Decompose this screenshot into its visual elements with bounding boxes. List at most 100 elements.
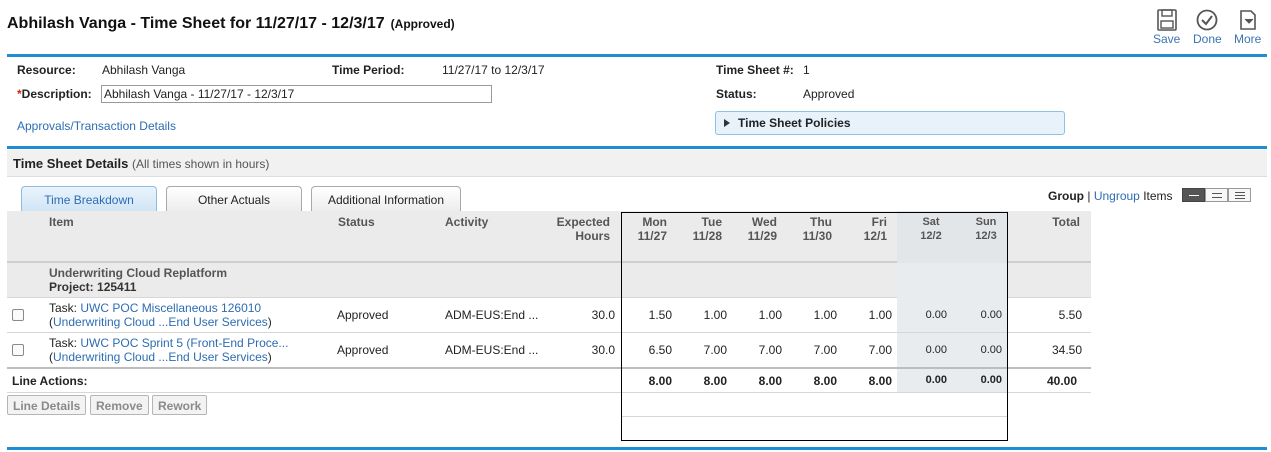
hours-cell[interactable]: 7.00 bbox=[677, 343, 727, 357]
group-project: Project: 125411 bbox=[49, 280, 136, 294]
grouping-separator: | bbox=[1087, 189, 1091, 203]
column-day: Wed 11/29 bbox=[737, 215, 777, 243]
row-total: 5.50 bbox=[1058, 308, 1082, 322]
task-link[interactable]: UWC POC Sprint 5 (Front-End Proce... bbox=[80, 336, 288, 350]
time-period-value: 11/27/17 to 12/3/17 bbox=[442, 63, 545, 77]
column-day-name: Sun bbox=[975, 216, 997, 228]
column-expected-line2: Hours bbox=[575, 229, 610, 243]
grid-divider bbox=[622, 416, 1007, 417]
tab-time-breakdown[interactable]: Time Breakdown bbox=[21, 186, 157, 212]
section-divider bbox=[7, 146, 1267, 149]
remove-button[interactable]: Remove bbox=[90, 395, 149, 415]
line-details-button[interactable]: Line Details bbox=[7, 395, 87, 415]
more-label: More bbox=[1234, 32, 1262, 46]
column-day-date: 11/28 bbox=[692, 229, 722, 243]
time-sheet-policies-label: Time Sheet Policies bbox=[738, 116, 851, 130]
column-day-name: Sat bbox=[922, 216, 940, 228]
description-label: *Description: bbox=[17, 87, 92, 101]
hours-cell[interactable]: 1.50 bbox=[622, 308, 672, 322]
description-label-text: Description: bbox=[21, 87, 92, 101]
project-work-link[interactable]: Underwriting Cloud ...End User Services bbox=[53, 315, 268, 329]
column-day: Sun 12/3 bbox=[966, 215, 1006, 243]
row-checkbox[interactable] bbox=[12, 344, 24, 356]
paren: ) bbox=[267, 315, 272, 329]
hours-cell[interactable]: 1.00 bbox=[787, 308, 837, 322]
hours-cell[interactable]: 1.00 bbox=[732, 308, 782, 322]
task-cell: Task: UWC POC Sprint 5 (Front-End Proce.… bbox=[49, 336, 288, 350]
grand-total: 40.00 bbox=[1046, 374, 1077, 388]
project-id: 125411 bbox=[97, 280, 137, 294]
hours-cell[interactable]: 0.00 bbox=[897, 309, 947, 321]
group-row: Underwriting Cloud Replatform Project: 1… bbox=[7, 263, 1091, 298]
compact-view-button[interactable] bbox=[1182, 188, 1205, 202]
column-day-name: Fri bbox=[871, 215, 887, 229]
timesheet-number-value: 1 bbox=[803, 63, 810, 77]
hours-cell[interactable]: 1.00 bbox=[842, 308, 892, 322]
column-day: Thu 11/30 bbox=[792, 215, 832, 243]
floppy-disk-icon bbox=[1156, 9, 1177, 31]
task-link[interactable]: UWC POC Miscellaneous 126010 bbox=[80, 301, 261, 315]
day-total: 8.00 bbox=[703, 374, 727, 388]
approval-status-suffix: (Approved) bbox=[390, 17, 455, 31]
row-checkbox[interactable] bbox=[12, 309, 24, 321]
hours-cell[interactable]: 7.00 bbox=[787, 343, 837, 357]
done-button[interactable]: Done bbox=[1193, 9, 1222, 46]
task-prefix: Task: bbox=[49, 336, 78, 350]
column-day-name: Wed bbox=[751, 215, 777, 229]
tab-other-actuals[interactable]: Other Actuals bbox=[166, 186, 302, 212]
column-status: Status bbox=[338, 215, 375, 229]
table-row: Task: UWC POC Miscellaneous 126010 (Unde… bbox=[7, 298, 1091, 333]
medium-view-button[interactable] bbox=[1205, 188, 1228, 202]
header-divider bbox=[7, 54, 1267, 57]
task-sub-cell: (Underwriting Cloud ...End User Services… bbox=[49, 315, 272, 329]
tab-additional-information[interactable]: Additional Information bbox=[311, 186, 461, 212]
column-day-date: 11/29 bbox=[747, 229, 777, 243]
totals-row: Line Actions: 8.00 8.00 8.00 8.00 8.00 0… bbox=[7, 367, 1091, 393]
column-day-date: 11/30 bbox=[802, 229, 832, 243]
timesheet-number-label: Time Sheet #: bbox=[716, 63, 794, 77]
description-input[interactable] bbox=[101, 85, 492, 103]
grouping-control: Group | Ungroup Items bbox=[1048, 189, 1173, 203]
more-button[interactable]: More bbox=[1234, 9, 1261, 46]
column-day-name: Mon bbox=[642, 215, 667, 229]
hours-cell[interactable]: 7.00 bbox=[842, 343, 892, 357]
rework-button[interactable]: Rework bbox=[152, 395, 208, 415]
row-status: Approved bbox=[337, 343, 389, 357]
status-label: Status: bbox=[716, 87, 757, 101]
approvals-transaction-link[interactable]: Approvals/Transaction Details bbox=[17, 119, 176, 133]
time-sheet-policies-toggle[interactable]: Time Sheet Policies bbox=[715, 111, 1065, 135]
line-actions-label: Line Actions: bbox=[12, 374, 88, 388]
column-day-date: 12/3 bbox=[975, 230, 997, 242]
column-day: Sat 12/2 bbox=[911, 215, 951, 243]
day-total: 0.00 bbox=[980, 374, 1002, 386]
save-button[interactable]: Save bbox=[1153, 9, 1180, 46]
column-day: Fri 12/1 bbox=[847, 215, 887, 243]
hours-cell[interactable]: 7.00 bbox=[732, 343, 782, 357]
project-work-link[interactable]: Underwriting Cloud ...End User Services bbox=[53, 350, 268, 364]
row-expected: 30.0 bbox=[591, 343, 615, 357]
row-expected: 30.0 bbox=[591, 308, 615, 322]
details-note: (All times shown in hours) bbox=[132, 157, 270, 171]
items-label: Items bbox=[1143, 189, 1173, 203]
check-circle-icon bbox=[1196, 9, 1218, 31]
group-name: Underwriting Cloud Replatform bbox=[49, 266, 227, 280]
expanded-view-button[interactable] bbox=[1228, 188, 1251, 202]
column-day-name: Thu bbox=[810, 215, 832, 229]
hours-cell[interactable]: 0.00 bbox=[952, 344, 1002, 356]
hours-cell[interactable]: 0.00 bbox=[952, 309, 1002, 321]
grid-header: Item Status Activity Expected Hours Mon 1… bbox=[7, 211, 1091, 263]
hours-cell[interactable]: 1.00 bbox=[677, 308, 727, 322]
project-label: Project: bbox=[49, 280, 94, 294]
column-day-date: 12/2 bbox=[920, 230, 942, 242]
table-row: Task: UWC POC Sprint 5 (Front-End Proce.… bbox=[7, 333, 1091, 368]
hours-cell[interactable]: 6.50 bbox=[622, 343, 672, 357]
resource-value: Abhilash Vanga bbox=[102, 63, 186, 77]
column-day-date: 12/1 bbox=[863, 229, 887, 243]
ungroup-link[interactable]: Ungroup bbox=[1094, 189, 1140, 203]
column-item: Item bbox=[49, 215, 74, 229]
hours-cell[interactable]: 0.00 bbox=[897, 344, 947, 356]
resource-label: Resource: bbox=[17, 63, 76, 77]
time-period-label: Time Period: bbox=[332, 63, 405, 77]
column-expected-line1: Expected bbox=[556, 215, 610, 229]
day-total: 0.00 bbox=[925, 374, 947, 386]
